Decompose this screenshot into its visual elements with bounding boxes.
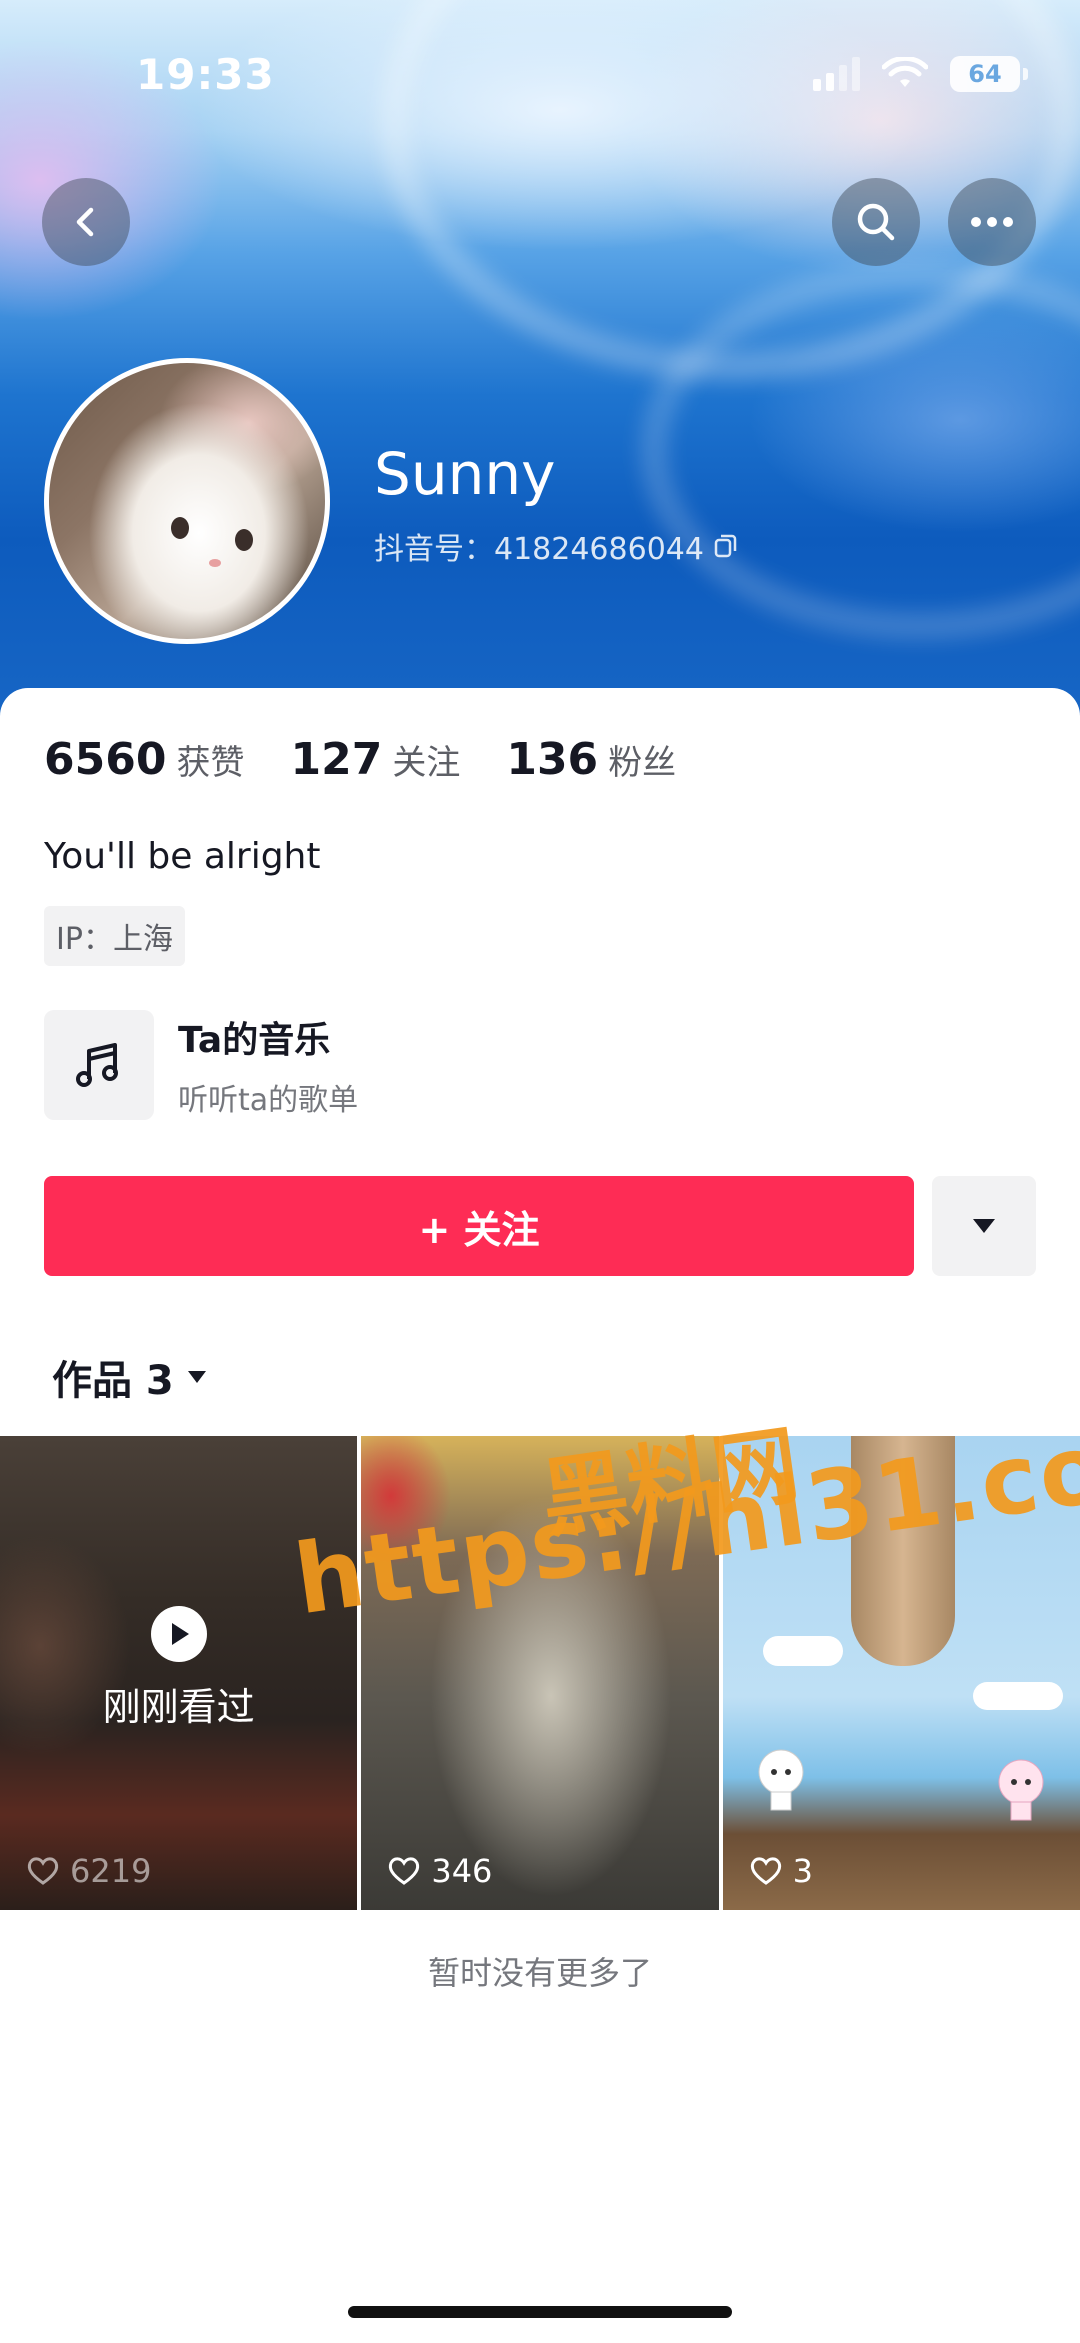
avatar-cat-eye [235,529,253,551]
stat-likes: 6560 获赞 [44,734,244,785]
stat-value: 127 [290,734,383,785]
tab-works-label: 作品 3 [52,1358,174,1404]
ip-location-tag: IP：上海 [44,906,185,966]
stat-value: 136 [506,734,599,785]
status-time: 19:33 [136,50,275,99]
music-note-icon [76,1043,118,1087]
more-horizontal-icon [971,217,1013,227]
signal-icon [813,57,860,91]
music-icon-box [44,1010,154,1120]
music-text: Ta的音乐 听听ta的歌单 [178,1011,358,1119]
caret-down-icon [973,1219,995,1233]
recommend-dropdown-button[interactable] [932,1176,1036,1276]
video-like-count: 3 [749,1852,813,1890]
copy-icon[interactable] [712,532,740,560]
caret-down-icon [187,1371,206,1383]
thumbnail-character [758,1749,804,1811]
heart-icon [389,1857,420,1885]
search-button[interactable] [832,178,920,266]
video-like-count: 346 [387,1852,492,1890]
avatar-cat-nose [209,559,221,567]
wifi-icon [882,57,928,87]
stat-label: 粉丝 [608,743,677,783]
profile-bio: You'll be alright [44,836,321,877]
battery-level: 64 [968,60,1002,88]
music-title: Ta的音乐 [178,1020,331,1061]
douyin-id-text: 抖音号：41824686044 [374,532,704,567]
music-entry[interactable]: Ta的音乐 听听ta的歌单 [44,1010,358,1120]
like-count-value: 346 [431,1852,493,1890]
thumbnail-scene [762,1636,843,1666]
username: Sunny [374,440,556,508]
thumbnail-scene [972,1682,1063,1710]
video-like-count: 6219 [26,1852,151,1890]
stat-value: 6560 [44,734,167,785]
avatar-cat-eye [171,517,189,539]
recently-watched-label: 刚刚看过 [102,1685,255,1729]
tab-works[interactable]: 作品 3 [52,1348,208,1406]
like-count-value: 6219 [70,1852,152,1890]
no-more-text: 暂时没有更多了 [427,1954,652,1992]
home-indicator[interactable] [348,2306,732,2318]
stat-followers[interactable]: 136 粉丝 [506,734,676,785]
thumbnail-character [998,1759,1044,1821]
chevron-left-icon [76,207,94,237]
douyin-id: 抖音号：41824686044 [374,524,740,568]
more-button[interactable] [948,178,1036,266]
stat-label: 关注 [392,743,461,783]
follow-button[interactable]: + 关注 [44,1176,914,1276]
heart-icon [750,1857,781,1885]
search-icon [857,203,895,241]
battery-icon: 64 [950,56,1028,92]
stat-label: 获赞 [176,743,245,783]
status-icons: 64 [813,56,1028,92]
back-button[interactable] [42,178,130,266]
stat-following[interactable]: 127 关注 [290,734,460,785]
video-thumbnail[interactable]: 刚刚看过 6219 [0,1436,358,1910]
music-subtitle: 听听ta的歌单 [178,1083,359,1118]
profile-stats: 6560 获赞 127 关注 136 粉丝 [44,734,722,785]
heart-icon [27,1857,59,1885]
play-icon [150,1606,207,1662]
like-count-value: 3 [792,1852,814,1890]
avatar[interactable] [44,358,330,644]
